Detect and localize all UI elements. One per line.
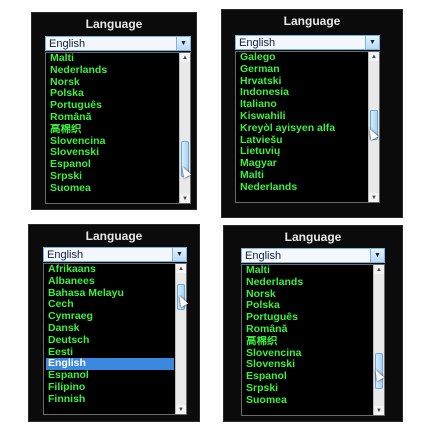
list-item[interactable]: Nederlands — [48, 65, 178, 77]
list-item-selected[interactable]: English — [46, 358, 174, 371]
list-item[interactable]: Nederlands — [238, 182, 367, 194]
panel-title: Language — [283, 14, 341, 28]
list-item[interactable]: Português — [48, 100, 178, 112]
list-item[interactable]: Eesti — [46, 347, 174, 359]
language-list[interactable]: Afrikaans Albanees Bahasa Melayu Cech Cymrae… — [43, 263, 187, 415]
language-panel-3: Language English ▼ Afrikaans Albanees Baha… — [28, 224, 200, 422]
list-item[interactable]: Hrvatski — [238, 76, 367, 88]
list-item[interactable]: Română — [244, 324, 372, 336]
panel-title: Language — [85, 17, 143, 31]
list-item[interactable]: Norsk — [48, 77, 178, 89]
scroll-up-icon[interactable]: ▲ — [374, 265, 384, 274]
vertical-scrollbar[interactable]: ▲ ▼ — [373, 265, 384, 415]
list-item[interactable]: Română — [48, 112, 178, 124]
list-item[interactable]: Deutsch — [46, 335, 174, 347]
dropdown-selected-value: English — [245, 249, 282, 262]
list-item[interactable]: German — [238, 64, 367, 76]
language-items: Malti Nederlands Norsk Polska Português Român… — [244, 265, 372, 407]
language-list[interactable]: Malti Nederlands Norsk Polska Português Român… — [241, 264, 385, 416]
list-item[interactable]: Slovenski — [244, 359, 372, 371]
list-item[interactable]: Malti — [238, 170, 367, 182]
list-item[interactable]: Italiano — [238, 99, 367, 111]
list-item[interactable]: Malti — [48, 53, 178, 65]
language-list[interactable]: Galego German Hrvatski Indonesia Italiano Kis… — [235, 51, 380, 203]
list-item[interactable]: Espanol — [48, 159, 178, 171]
language-dropdown[interactable]: English ▼ — [43, 247, 187, 262]
list-item[interactable]: Lietuvių — [238, 146, 367, 158]
list-item[interactable]: 高棉织 — [244, 336, 372, 348]
list-item[interactable]: Latviešu — [238, 135, 367, 147]
language-items: Malti Nederlands Norsk Polska Português Român… — [48, 53, 178, 195]
list-item[interactable]: Polska — [244, 300, 372, 312]
list-item[interactable]: Srpski — [48, 171, 178, 183]
list-item[interactable]: Slovencina — [48, 136, 178, 148]
language-dropdown[interactable]: English ▼ — [45, 36, 191, 51]
scroll-down-icon[interactable]: ▼ — [180, 194, 190, 203]
list-item[interactable]: Albanees — [46, 276, 174, 288]
scroll-down-icon[interactable]: ▼ — [369, 193, 379, 202]
list-item[interactable]: Indonesia — [238, 87, 367, 99]
chevron-down-icon[interactable]: ▼ — [176, 37, 190, 50]
language-dropdown[interactable]: English ▼ — [235, 35, 380, 50]
panel-title: Language — [284, 230, 342, 244]
panel-title: Language — [85, 229, 143, 243]
dropdown-selected-value: English — [239, 36, 276, 49]
list-item[interactable]: Kreyòl ayisyen alfa — [238, 123, 367, 135]
language-panel-1: Language English ▼ Malti Nederlands Norsk P… — [31, 12, 197, 210]
list-item[interactable]: Bahasa Melayu — [46, 288, 174, 300]
language-dropdown[interactable]: English ▼ — [241, 248, 385, 263]
list-item[interactable]: 高棉织 — [48, 124, 178, 136]
list-item[interactable]: Slovenski — [48, 147, 178, 159]
list-item[interactable]: Suomea — [48, 183, 178, 195]
list-item[interactable]: Polska — [48, 88, 178, 100]
vertical-scrollbar[interactable]: ▲ ▼ — [175, 264, 186, 414]
list-item[interactable]: Português — [244, 312, 372, 324]
list-item[interactable]: Espanol — [46, 370, 174, 382]
scroll-up-icon[interactable]: ▲ — [369, 52, 379, 61]
list-item[interactable]: Srpski — [244, 383, 372, 395]
dropdown-selected-value: English — [47, 248, 84, 261]
list-item[interactable]: Cech — [46, 299, 174, 311]
language-list[interactable]: Malti Nederlands Norsk Polska Português Român… — [45, 52, 191, 204]
list-item[interactable]: Nederlands — [244, 277, 372, 289]
scroll-down-icon[interactable]: ▼ — [176, 405, 186, 414]
language-items: Afrikaans Albanees Bahasa Melayu Cech Cymrae… — [46, 264, 174, 406]
list-item[interactable]: Slovencina — [244, 348, 372, 360]
list-item[interactable]: Dansk — [46, 323, 174, 335]
dropdown-selected-value: English — [49, 37, 86, 50]
scroll-up-icon[interactable]: ▲ — [180, 53, 190, 62]
language-items: Galego German Hrvatski Indonesia Italiano Kis… — [238, 52, 367, 194]
scroll-up-icon[interactable]: ▲ — [176, 264, 186, 273]
list-item[interactable]: Suomea — [244, 395, 372, 407]
vertical-scrollbar[interactable]: ▲ ▼ — [179, 53, 190, 203]
list-item[interactable]: Espanol — [244, 371, 372, 383]
list-item[interactable]: Filipino — [46, 382, 174, 394]
list-item[interactable]: Malti — [244, 265, 372, 277]
list-item[interactable]: Finnish — [46, 394, 174, 406]
list-item[interactable]: Norsk — [244, 289, 372, 301]
list-item[interactable]: Galego — [238, 52, 367, 64]
list-item[interactable]: Afrikaans — [46, 264, 174, 276]
list-item[interactable]: Cymraeg — [46, 311, 174, 323]
chevron-down-icon[interactable]: ▼ — [365, 36, 379, 49]
language-panel-2: Language English ▼ Galego German Hrvatski I… — [221, 9, 403, 218]
list-item[interactable]: Magyar — [238, 158, 367, 170]
chevron-down-icon[interactable]: ▼ — [370, 249, 384, 262]
scroll-down-icon[interactable]: ▼ — [374, 406, 384, 415]
chevron-down-icon[interactable]: ▼ — [172, 248, 186, 261]
list-item[interactable]: Kiswahili — [238, 111, 367, 123]
language-panel-4: Language English ▼ Malti Nederlands Norsk P… — [223, 225, 403, 422]
